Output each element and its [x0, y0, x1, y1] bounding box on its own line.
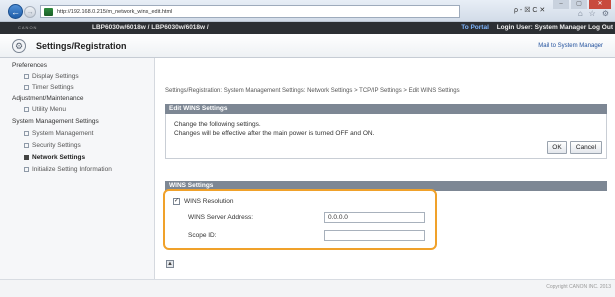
breadcrumb: Settings/Registration: System Management… [165, 88, 460, 94]
sidebar: Preferences Display Settings Timer Setti… [0, 58, 155, 279]
wins-server-address-input[interactable] [324, 212, 425, 223]
forward-button[interactable]: → [24, 6, 36, 18]
mail-to-system-manager-link[interactable]: Mail to System Manager [538, 43, 603, 49]
browser-toolbar-icons: ⌂ ☆ ⚙ [578, 9, 609, 18]
wins-settings-panel: WINS Settings ✓ WINS Resolution WINS Ser… [165, 181, 607, 267]
scope-id-label: Scope ID: [188, 232, 217, 239]
maximize-button[interactable]: ▢ [571, 0, 587, 9]
sidebar-item-label: Display Settings [32, 73, 79, 80]
browser-chrome: ← → http://192.168.0.215/m_network_wins_… [0, 0, 615, 22]
sidebar-heading-system-management[interactable]: System Management Settings [12, 118, 99, 125]
instruction-text-2: Changes will be effective after the main… [174, 130, 375, 137]
sidebar-item-label: Utility Menu [32, 106, 66, 113]
edit-wins-panel-body: Change the following settings. Changes w… [165, 114, 607, 159]
sidebar-item-label: Initialize Setting Information [32, 166, 112, 173]
sidebar-item-timer-settings[interactable]: Timer Settings [24, 84, 74, 91]
sidebar-item-security-settings[interactable]: Security Settings [24, 142, 81, 149]
window-controls: – ▢ ✕ [553, 0, 611, 9]
cancel-button[interactable]: Cancel [570, 141, 602, 154]
bullet-icon [24, 73, 29, 79]
brand-logo: CANON [18, 25, 38, 30]
wins-server-address-label: WINS Server Address: [188, 214, 254, 221]
arrow-right-icon: → [26, 8, 34, 16]
page-title-bar: ⚙ Settings/Registration Mail to System M… [0, 34, 615, 58]
wins-resolution-label: WINS Resolution [184, 198, 234, 205]
bullet-icon [24, 106, 29, 112]
sidebar-item-label: Security Settings [32, 142, 81, 149]
sidebar-item-label: System Management [32, 130, 94, 137]
bullet-icon [24, 142, 29, 148]
sidebar-item-label: Timer Settings [32, 84, 74, 91]
minimize-button[interactable]: – [553, 0, 569, 9]
search-icon[interactable]: ρ - ☒ C ✕ [514, 6, 545, 14]
instruction-text-1: Change the following settings. [174, 121, 261, 128]
device-name: LBP6030w/6018w / LBP6030w/6018w / [92, 24, 209, 31]
edit-wins-panel-title: Edit WINS Settings [165, 104, 607, 114]
address-bar[interactable]: http://192.168.0.215/m_network_wins_edit… [40, 5, 460, 18]
sidebar-heading-adjustment[interactable]: Adjustment/Maintenance [12, 95, 84, 102]
sidebar-heading-preferences[interactable]: Preferences [12, 62, 47, 69]
wins-resolution-checkbox[interactable]: ✓ [173, 198, 180, 205]
bullet-icon [24, 166, 29, 172]
ok-button[interactable]: OK [547, 141, 567, 154]
gear-icon[interactable]: ⚙ [602, 9, 609, 18]
home-icon[interactable]: ⌂ [578, 9, 583, 18]
close-window-button[interactable]: ✕ [589, 0, 611, 9]
url-text: http://192.168.0.215/m_network_wins_edit… [57, 8, 173, 15]
sidebar-item-network-settings[interactable]: Network Settings [24, 154, 85, 161]
bullet-icon [24, 130, 29, 136]
login-user-text[interactable]: Login User: System Manager Log Out [497, 24, 613, 31]
page-top-icon[interactable]: ▲ [166, 260, 174, 268]
sidebar-item-utility-menu[interactable]: Utility Menu [24, 106, 66, 113]
copyright-text: Copyright CANON INC. 2013 [546, 284, 611, 290]
wins-settings-panel-body: ✓ WINS Resolution WINS Server Address: S… [165, 191, 607, 267]
settings-gear-icon: ⚙ [12, 39, 26, 53]
sidebar-item-display-settings[interactable]: Display Settings [24, 73, 79, 80]
device-header-bar: CANON LBP6030w/6018w / LBP6030w/6018w / … [0, 22, 615, 34]
bullet-icon [24, 154, 29, 160]
favorites-star-icon[interactable]: ☆ [589, 9, 596, 18]
arrow-left-icon: ← [11, 6, 20, 17]
sidebar-item-initialize-setting[interactable]: Initialize Setting Information [24, 166, 112, 173]
device-bar-right: To Portal Login User: System Manager Log… [461, 24, 613, 31]
wins-settings-panel-title: WINS Settings [165, 181, 607, 191]
page-title: Settings/Registration [36, 41, 127, 51]
scope-id-input[interactable] [324, 230, 425, 241]
footer: Copyright CANON INC. 2013 [0, 279, 615, 297]
address-tools[interactable]: ρ - ☒ C ✕ [514, 6, 545, 14]
sidebar-item-label: Network Settings [32, 154, 86, 161]
to-portal-link[interactable]: To Portal [461, 24, 489, 31]
edit-wins-panel: Edit WINS Settings Change the following … [165, 104, 607, 159]
sidebar-item-system-management[interactable]: System Management [24, 130, 93, 137]
site-favicon-icon [44, 7, 53, 16]
bullet-icon [24, 84, 29, 90]
back-button[interactable]: ← [8, 4, 23, 19]
